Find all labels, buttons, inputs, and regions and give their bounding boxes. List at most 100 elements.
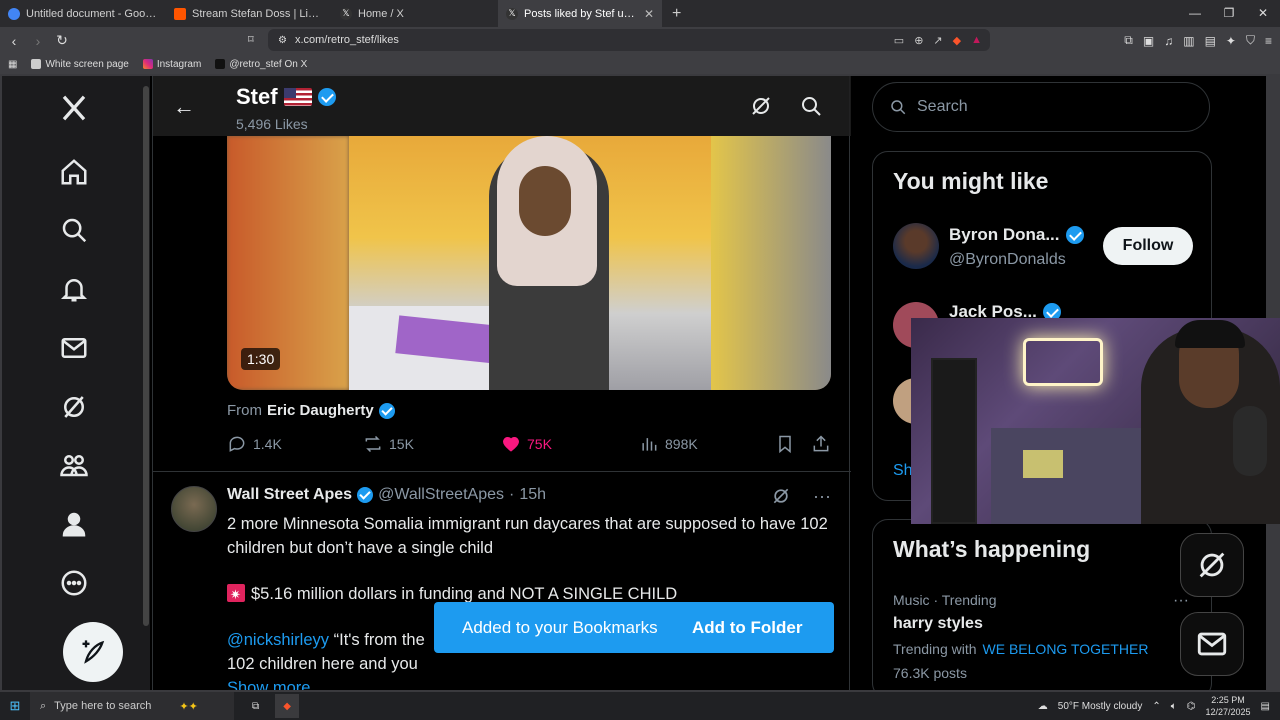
apps-grid-icon[interactable]: ▦ <box>8 59 17 70</box>
music-icon[interactable]: ♫ <box>1164 34 1173 48</box>
notifications-icon[interactable]: ▤ <box>1261 701 1270 712</box>
avatar[interactable] <box>171 486 217 532</box>
search-icon[interactable] <box>799 94 823 118</box>
trend-item[interactable]: harry styles <box>893 615 983 633</box>
webcam-overlay <box>911 318 1280 524</box>
zoom-icon[interactable]: ⊕ <box>914 34 923 47</box>
taskbar-search-input[interactable]: ⌕ Type here to search ✦✦ <box>30 692 234 720</box>
follow-button[interactable]: Follow <box>1103 227 1193 265</box>
tab-posts-liked[interactable]: 𝕏 Posts liked by Stef us (@retro_st ✕ <box>498 0 662 27</box>
browser-tab-bar: Untitled document - Google Docs Stream S… <box>0 0 1280 27</box>
notifications-bell-icon[interactable] <box>56 271 92 307</box>
grok-icon[interactable] <box>56 389 92 425</box>
x-logo-icon[interactable] <box>56 90 92 126</box>
close-tab-icon[interactable]: ✕ <box>644 7 654 21</box>
extensions-icon[interactable]: ⧉ <box>1124 33 1133 48</box>
leo-icon[interactable]: ✦ <box>1226 34 1236 48</box>
repost-button[interactable]: 15K <box>363 434 414 454</box>
brave-rewards-icon[interactable]: ▲ <box>971 34 982 47</box>
bookmark-white-screen[interactable]: White screen page <box>31 59 129 70</box>
home-icon[interactable] <box>56 154 92 190</box>
reader-icon[interactable]: ▭ <box>894 34 904 47</box>
url-field[interactable]: ⚙ x.com/retro_stef/likes ▭ ⊕ ↗ ◆ ▲ <box>268 29 990 51</box>
page-icon <box>31 59 42 69</box>
repost-icon <box>365 435 381 453</box>
views-button[interactable]: 898K <box>639 434 698 454</box>
share-icon[interactable]: ↗ <box>933 34 942 47</box>
profile-icon[interactable] <box>56 506 92 542</box>
windows-start-icon[interactable]: ⊞ <box>0 698 30 714</box>
close-window-button[interactable]: ✕ <box>1246 0 1280 27</box>
show-more-link[interactable]: Show more <box>227 676 831 690</box>
network-icon[interactable]: ⌬ <box>1187 701 1196 712</box>
x-icon: 𝕏 <box>340 7 352 20</box>
compose-post-button[interactable] <box>63 622 123 682</box>
share-icon <box>813 435 829 452</box>
panel-title: What’s happening <box>893 536 1091 562</box>
volume-icon[interactable]: 🔈︎ <box>1171 701 1177 712</box>
brave-shields-icon[interactable]: ◆ <box>953 34 961 47</box>
x-icon: 𝕏 <box>506 7 518 20</box>
wallet-icon[interactable]: ▤ <box>1205 34 1216 48</box>
profile-name: Stef <box>236 84 336 110</box>
more-options-icon[interactable] <box>56 565 92 601</box>
search-input[interactable]: Search <box>872 82 1210 132</box>
back-arrow-icon[interactable]: ← <box>173 94 195 120</box>
vpn-icon[interactable]: ⛉ <box>1246 33 1255 48</box>
restore-button[interactable]: ❐ <box>1212 0 1246 27</box>
sparkle-icon: ✦✦ <box>179 700 198 713</box>
like-button[interactable]: 75K <box>501 434 552 454</box>
tab-soundcloud[interactable]: Stream Stefan Doss | Listen to Dece <box>166 0 332 27</box>
brave-taskbar-icon[interactable]: ◆ <box>275 694 300 718</box>
bookmark-retro-stef[interactable]: @retro_stef On X <box>215 59 307 70</box>
show-more-link[interactable]: Sh <box>893 462 913 480</box>
grok-icon[interactable] <box>749 94 773 118</box>
bookmark-page-icon[interactable]: ⌑ <box>248 33 254 46</box>
clock[interactable]: 2:25 PM 12/27/2025 <box>1206 694 1251 718</box>
forward-nav-icon[interactable]: › <box>28 33 48 49</box>
messages-floating-button[interactable] <box>1180 612 1244 676</box>
post-more-options-icon[interactable]: ··· <box>813 486 831 507</box>
screenshot-icon[interactable]: ▣ <box>1143 34 1154 48</box>
messages-envelope-icon[interactable] <box>56 330 92 366</box>
post-text: 2 more Minnesota Somalia immigrant run d… <box>227 512 831 690</box>
microphone <box>1233 406 1267 476</box>
user-name[interactable]: Byron Dona... <box>949 225 1084 245</box>
reload-icon[interactable]: ↻ <box>52 32 72 49</box>
bookmarks-bar: ▦ White screen page Instagram @retro_ste… <box>0 54 1280 74</box>
menu-icon[interactable]: ≡ <box>1265 34 1272 48</box>
window-controls: — ❐ ✕ <box>1178 0 1280 27</box>
site-settings-icon[interactable]: ⚙ <box>278 35 287 46</box>
bookmark-button[interactable] <box>775 434 795 454</box>
search-icon[interactable] <box>56 212 92 248</box>
trend-tag-link[interactable]: WE BELONG TOGETHER <box>983 641 1149 657</box>
share-button[interactable] <box>811 434 831 454</box>
grok-floating-button[interactable] <box>1180 533 1244 597</box>
toast-message: Added to your Bookmarks <box>462 617 658 637</box>
task-view-icon[interactable]: ⧉ <box>252 701 259 712</box>
tab-home-x[interactable]: 𝕏 Home / X <box>332 0 498 27</box>
bookmark-icon <box>779 435 791 454</box>
tray-chevron-icon[interactable]: ⌃ <box>1152 701 1160 712</box>
video-thumbnail[interactable]: 1:30 <box>227 136 831 390</box>
likes-feed: ← Stef 5,496 Likes 1:30 From Eric Daughe… <box>152 76 851 690</box>
from-author-link[interactable]: Eric Daugherty <box>267 402 374 419</box>
grok-icon[interactable] <box>771 486 791 506</box>
avatar[interactable] <box>893 223 939 269</box>
instagram-icon <box>142 59 153 69</box>
back-nav-icon[interactable]: ‹ <box>4 33 24 49</box>
add-to-folder-button[interactable]: Add to Folder <box>692 618 802 638</box>
post-item[interactable]: Wall Street Apes @WallStreetApes · 15h ·… <box>153 472 851 690</box>
tab-google-docs[interactable]: Untitled document - Google Docs <box>0 0 166 27</box>
communities-icon[interactable] <box>56 447 92 483</box>
us-flag-icon <box>283 88 312 106</box>
minimize-button[interactable]: — <box>1178 0 1212 27</box>
page-scrollbar[interactable] <box>143 86 149 626</box>
reply-button[interactable]: 1.4K <box>227 434 282 454</box>
mention-link[interactable]: @nickshirleyy <box>227 631 329 649</box>
bookmark-instagram[interactable]: Instagram <box>142 59 201 70</box>
sidebar-icon[interactable]: ▥ <box>1183 34 1194 48</box>
video-duration: 1:30 <box>241 348 281 370</box>
trend-more-options-icon[interactable]: ··· <box>1173 592 1189 610</box>
new-tab-button[interactable]: + <box>662 5 691 23</box>
